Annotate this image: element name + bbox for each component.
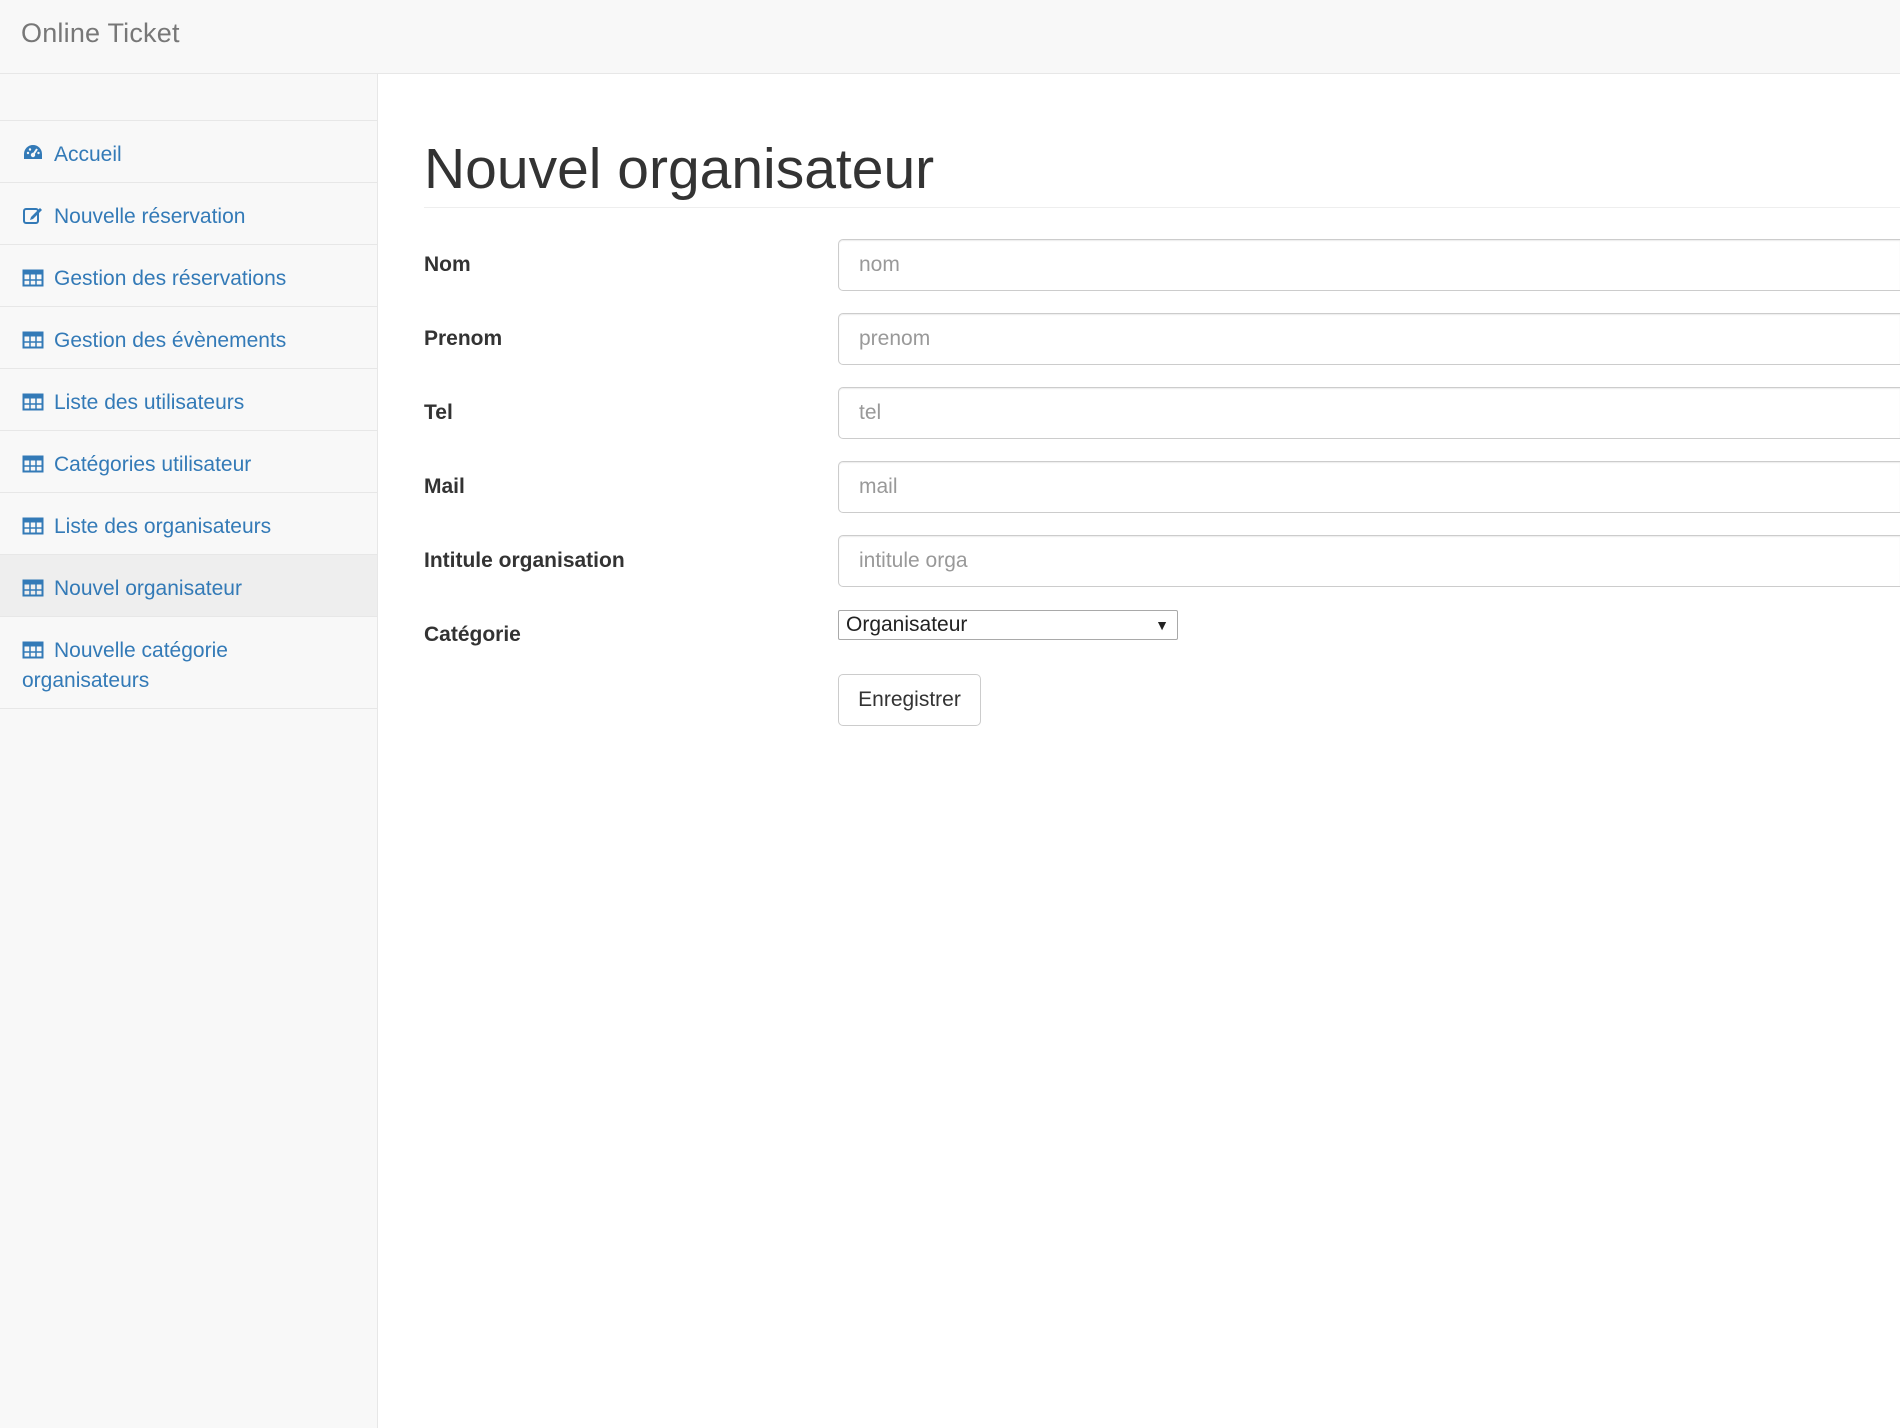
table-icon [22, 393, 44, 411]
categorie-select[interactable]: Organisateur ▼ [838, 610, 1178, 640]
tel-input[interactable] [838, 387, 1900, 439]
page-title: Nouvel organisateur [424, 137, 935, 201]
mail-input[interactable] [838, 461, 1900, 513]
brand-link[interactable]: Online Ticket [21, 18, 180, 49]
prenom-label: Prenom [424, 327, 503, 350]
sidebar-item-categories-utilisateur[interactable]: Catégories utilisateur [0, 430, 377, 492]
sidebar: Accueil Nouvelle réservation Gestion des… [0, 74, 378, 1428]
sidebar-item-label: Accueil [54, 143, 122, 166]
sidebar-nav: Accueil Nouvelle réservation Gestion des… [0, 120, 377, 709]
table-icon [22, 641, 44, 659]
sidebar-item-nouvelle-categorie-organisateurs[interactable]: Nouvelle catégorie organisateurs [0, 616, 377, 708]
dashboard-icon [22, 143, 44, 163]
table-icon [22, 455, 44, 473]
sidebar-item-label: Nouvelle catégorie organisateurs [22, 639, 228, 692]
mail-label: Mail [424, 475, 465, 498]
sidebar-item-nouvelle-reservation[interactable]: Nouvelle réservation [0, 182, 377, 244]
sidebar-item-label: Nouvel organisateur [54, 577, 242, 600]
title-divider [424, 207, 1900, 208]
tel-label: Tel [424, 401, 453, 424]
sidebar-item-accueil[interactable]: Accueil [0, 120, 377, 182]
sidebar-item-gestion-evenements[interactable]: Gestion des évènements [0, 306, 377, 368]
sidebar-item-label: Liste des utilisateurs [54, 391, 245, 414]
sidebar-item-label: Gestion des réservations [54, 267, 287, 290]
sidebar-item-liste-organisateurs[interactable]: Liste des organisateurs [0, 492, 377, 554]
sidebar-divider [0, 708, 377, 709]
edit-icon [22, 205, 44, 225]
top-navbar: Online Ticket [0, 0, 1900, 74]
nom-input[interactable] [838, 239, 1900, 291]
categorie-label: Catégorie [424, 623, 521, 646]
intitule-organisation-label: Intitule organisation [424, 549, 625, 572]
table-icon [22, 269, 44, 287]
sidebar-item-label: Gestion des évènements [54, 329, 287, 352]
sidebar-item-label: Catégories utilisateur [54, 453, 252, 476]
enregistrer-button[interactable]: Enregistrer [838, 674, 981, 726]
sidebar-item-label: Nouvelle réservation [54, 205, 246, 228]
caret-down-icon: ▼ [1155, 617, 1169, 633]
table-icon [22, 517, 44, 535]
sidebar-item-label: Liste des organisateurs [54, 515, 272, 538]
sidebar-item-nouvel-organisateur[interactable]: Nouvel organisateur [0, 554, 377, 616]
categorie-selected-value: Organisateur [846, 613, 968, 636]
intitule-organisation-input[interactable] [838, 535, 1900, 587]
sidebar-item-liste-utilisateurs[interactable]: Liste des utilisateurs [0, 368, 377, 430]
sidebar-item-gestion-reservations[interactable]: Gestion des réservations [0, 244, 377, 306]
nom-label: Nom [424, 253, 471, 276]
table-icon [22, 579, 44, 597]
table-icon [22, 331, 44, 349]
prenom-input[interactable] [838, 313, 1900, 365]
